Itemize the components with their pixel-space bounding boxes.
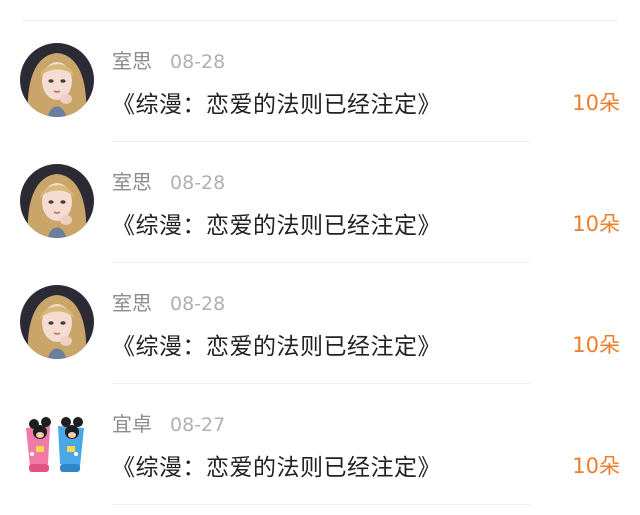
list-item[interactable]: 室思 08-28 《综漫：恋爱的法则已经注定》 10朵 bbox=[0, 21, 640, 142]
avatar[interactable] bbox=[20, 164, 94, 238]
gift-amount: 10朵 bbox=[572, 454, 620, 478]
row-divider bbox=[112, 504, 530, 505]
user-name[interactable]: 室思 bbox=[112, 166, 152, 195]
user-name[interactable]: 宜卓 bbox=[112, 408, 152, 437]
avatar[interactable] bbox=[20, 406, 94, 480]
list-item[interactable]: 室思 08-28 《综漫：恋爱的法则已经注定》 10朵 bbox=[0, 263, 640, 384]
record-meta: 室思 08-28 bbox=[112, 166, 225, 196]
record-date: 08-28 bbox=[170, 172, 226, 194]
book-title[interactable]: 《综漫：恋爱的法则已经注定》 bbox=[112, 448, 441, 482]
cartoon-cups-icon bbox=[20, 406, 94, 480]
record-meta: 宜卓 08-27 bbox=[112, 408, 225, 438]
girl-portrait-icon bbox=[20, 43, 94, 117]
avatar[interactable] bbox=[20, 43, 94, 117]
user-name[interactable]: 室思 bbox=[112, 287, 152, 316]
gift-amount: 10朵 bbox=[572, 333, 620, 357]
book-title[interactable]: 《综漫：恋爱的法则已经注定》 bbox=[112, 327, 441, 361]
book-title[interactable]: 《综漫：恋爱的法则已经注定》 bbox=[112, 206, 441, 240]
list-item[interactable]: 宜卓 08-27 《综漫：恋爱的法则已经注定》 10朵 bbox=[0, 384, 640, 505]
record-meta: 室思 08-28 bbox=[112, 287, 225, 317]
book-title[interactable]: 《综漫：恋爱的法则已经注定》 bbox=[112, 85, 441, 119]
record-date: 08-27 bbox=[170, 414, 226, 436]
record-meta: 室思 08-28 bbox=[112, 45, 225, 75]
list-item[interactable]: 室思 08-28 《综漫：恋爱的法则已经注定》 10朵 bbox=[0, 142, 640, 263]
record-date: 08-28 bbox=[170, 51, 226, 73]
gift-record-list: 室思 08-28 《综漫：恋爱的法则已经注定》 10朵 室思 08-28 《综漫… bbox=[0, 21, 640, 505]
gift-amount: 10朵 bbox=[572, 91, 620, 115]
record-date: 08-28 bbox=[170, 293, 226, 315]
gift-amount: 10朵 bbox=[572, 212, 620, 236]
user-name[interactable]: 室思 bbox=[112, 45, 152, 74]
girl-portrait-icon bbox=[20, 285, 94, 359]
avatar[interactable] bbox=[20, 285, 94, 359]
girl-portrait-icon bbox=[20, 164, 94, 238]
